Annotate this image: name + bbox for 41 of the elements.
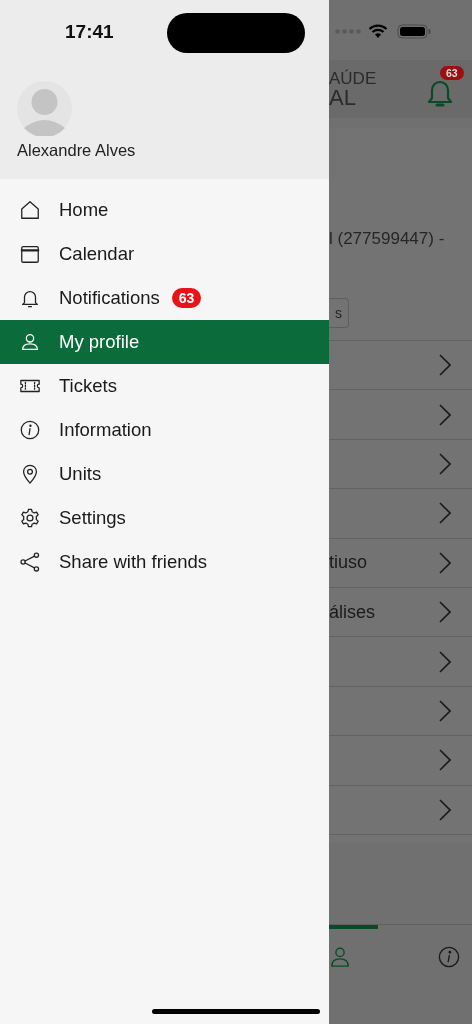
row-label: álises xyxy=(329,601,376,623)
list-row[interactable]: álises xyxy=(329,587,472,638)
share-icon xyxy=(19,551,41,573)
menu-item[interactable]: My profile xyxy=(0,320,329,364)
person-icon xyxy=(19,331,41,353)
chevron-icon xyxy=(439,551,451,574)
menu-item[interactable]: Tickets xyxy=(0,364,329,408)
menu-item[interactable]: Calendar xyxy=(0,232,329,276)
home-icon xyxy=(19,199,41,221)
chevron-icon xyxy=(439,650,451,673)
chevron-icon xyxy=(439,452,451,475)
settings-icon xyxy=(19,507,41,529)
chevron-icon xyxy=(439,502,451,525)
chevron-icon xyxy=(439,354,451,377)
count-badge: 63 xyxy=(171,288,202,308)
app-title: AÚDE xyxy=(329,69,377,87)
count-badge: 63 xyxy=(440,66,464,80)
menu-item[interactable]: Units xyxy=(0,452,329,496)
app-title: AL xyxy=(329,86,357,109)
calendar-icon xyxy=(19,243,41,265)
info-icon xyxy=(19,419,41,441)
chevron-icon xyxy=(439,699,451,722)
patient-info: l (277599447) - xyxy=(329,229,446,249)
menu-item[interactable]: Notifications 63 xyxy=(0,276,329,320)
chevron-icon xyxy=(439,601,451,624)
battery-icon xyxy=(397,23,431,39)
user-name: Alexandre Alves xyxy=(17,141,136,160)
chevron-icon xyxy=(439,749,451,772)
menu-item[interactable]: Settings xyxy=(0,496,329,540)
row-label: tiuso xyxy=(329,552,368,574)
chevron-icon xyxy=(439,798,451,821)
info-icon xyxy=(437,946,460,968)
menu-item[interactable]: Share with friends xyxy=(0,540,329,584)
chevron-icon xyxy=(439,403,451,426)
wifi-icon xyxy=(368,23,388,39)
menu-item[interactable]: Home xyxy=(0,188,329,232)
menu-item[interactable]: Information xyxy=(0,408,329,452)
person-icon xyxy=(329,946,351,968)
status-time: 17:41 xyxy=(65,21,114,43)
list-row[interactable]: tiuso xyxy=(329,538,472,588)
avatar-icon xyxy=(17,81,72,136)
